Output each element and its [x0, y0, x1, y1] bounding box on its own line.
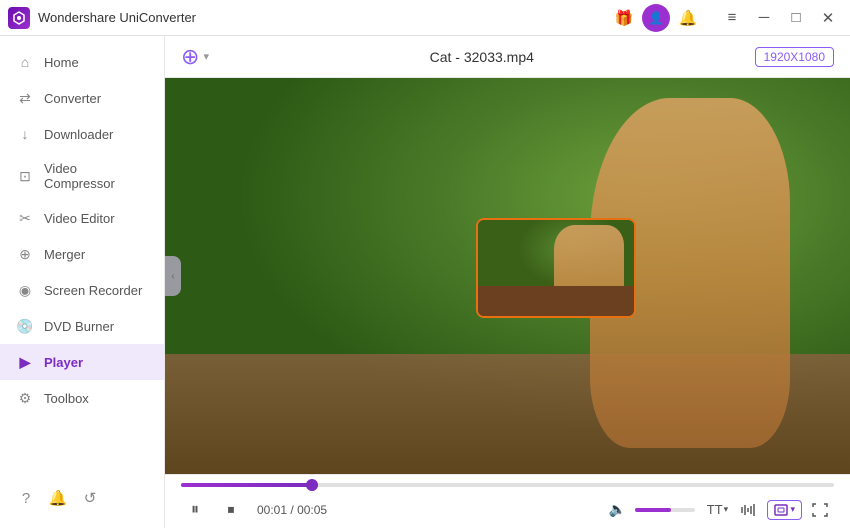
sidebar-item-converter[interactable]: ⇄ Converter [0, 80, 164, 116]
feedback-icon[interactable]: ↺ [80, 488, 100, 508]
volume-icon[interactable]: 🔈 [603, 496, 631, 524]
controls-row: ⏸ ⏹ 00:01 / 00:05 🔈 TT ▾ [181, 491, 834, 528]
volume-fill [635, 508, 671, 512]
converter-icon: ⇄ [16, 89, 34, 107]
sidebar-item-downloader[interactable]: ↓ Downloader [0, 116, 164, 152]
sidebar-item-toolbox[interactable]: ⚙ Toolbox [0, 380, 164, 416]
sidebar: ⌂ Home ⇄ Converter ↓ Downloader ⊡ Video … [0, 36, 165, 528]
app-logo [8, 7, 30, 29]
minimize-icon[interactable]: ─ [750, 4, 778, 32]
toolbox-icon: ⚙ [16, 389, 34, 407]
thumb-fence [478, 286, 634, 316]
sidebar-item-merger[interactable]: ⊕ Merger [0, 236, 164, 272]
time-display: 00:01 / 00:05 [257, 503, 327, 517]
sidebar-bottom: ? 🔔 ↺ [0, 476, 164, 520]
progress-bar-container[interactable] [181, 475, 834, 491]
titlebar: Wondershare UniConverter 🎁 👤 🔔 ≡ ─ □ ✕ [0, 0, 850, 36]
merger-icon: ⊕ [16, 245, 34, 263]
fullscreen-button[interactable] [806, 496, 834, 524]
stop-button[interactable]: ⏹ [217, 496, 245, 524]
sidebar-item-home[interactable]: ⌂ Home [0, 44, 164, 80]
sidebar-item-video-compressor[interactable]: ⊡ Video Compressor [0, 152, 164, 200]
current-time: 00:01 [257, 503, 287, 517]
volume-area: 🔈 [603, 496, 695, 524]
sidebar-item-label: Video Editor [44, 211, 115, 226]
gift-icon[interactable]: 🎁 [610, 4, 638, 32]
main-layout: ⌂ Home ⇄ Converter ↓ Downloader ⊡ Video … [0, 36, 850, 528]
edit-icon: ✂ [16, 209, 34, 227]
titlebar-actions: 🎁 👤 🔔 ≡ ─ □ ✕ [610, 4, 842, 32]
video-thumbnail-overlay [476, 218, 636, 318]
sidebar-item-video-editor[interactable]: ✂ Video Editor [0, 200, 164, 236]
thumbnail-inner [478, 220, 634, 316]
sidebar-item-label: Downloader [44, 127, 113, 142]
bell-icon[interactable]: 🔔 [48, 488, 68, 508]
volume-track[interactable] [635, 508, 695, 512]
sidebar-item-label: Screen Recorder [44, 283, 142, 298]
sidebar-item-label: DVD Burner [44, 319, 114, 334]
player-header: ⊕ ▾ Cat - 32033.mp4 1920X1080 [165, 36, 850, 78]
player-filename: Cat - 32033.mp4 [221, 49, 743, 65]
progress-track[interactable] [181, 483, 834, 487]
help-icon[interactable]: ? [16, 488, 36, 508]
sidebar-item-label: Home [44, 55, 79, 70]
add-file-chevron-icon: ▾ [203, 50, 209, 63]
content-area: ⊕ ▾ Cat - 32033.mp4 1920X1080 ‹ [165, 36, 850, 528]
sidebar-item-label: Video Compressor [44, 161, 148, 191]
sidebar-item-dvd-burner[interactable]: 💿 DVD Burner [0, 308, 164, 344]
menu-icon[interactable]: ≡ [718, 4, 746, 32]
add-file-button[interactable]: ⊕ ▾ [181, 44, 209, 70]
right-controls: TT ▾ [703, 496, 834, 524]
user-icon[interactable]: 👤 [642, 4, 670, 32]
sidebar-item-label: Toolbox [44, 391, 89, 406]
notification-icon[interactable]: 🔔 [674, 4, 702, 32]
add-file-icon: ⊕ [181, 44, 199, 70]
sidebar-item-screen-recorder[interactable]: ◉ Screen Recorder [0, 272, 164, 308]
close-icon[interactable]: ✕ [814, 4, 842, 32]
progress-thumb[interactable] [306, 479, 318, 491]
resolution-badge: 1920X1080 [755, 47, 834, 67]
downloader-icon: ↓ [16, 125, 34, 143]
record-icon: ◉ [16, 281, 34, 299]
sidebar-item-label: Merger [44, 247, 85, 262]
progress-fill [181, 483, 312, 487]
screen-fit-chevron-icon: ▾ [790, 504, 795, 515]
total-time: 00:05 [297, 503, 327, 517]
sidebar-item-player[interactable]: ▶ Player [0, 344, 164, 380]
sidebar-item-label: Player [44, 355, 83, 370]
collapse-sidebar-button[interactable]: ‹ [165, 256, 181, 296]
sidebar-item-label: Converter [44, 91, 101, 106]
pause-button[interactable]: ⏸ [181, 496, 209, 524]
video-area[interactable]: ‹ [165, 78, 850, 474]
player-controls: ⏸ ⏹ 00:01 / 00:05 🔈 TT ▾ [165, 474, 850, 528]
compress-icon: ⊡ [16, 167, 34, 185]
time-separator: / [290, 503, 293, 517]
dvd-icon: 💿 [16, 317, 34, 335]
home-icon: ⌂ [16, 53, 34, 71]
caption-icon[interactable]: TT ▾ [703, 496, 731, 524]
screen-fit-button[interactable]: ▾ [767, 500, 802, 520]
maximize-icon[interactable]: □ [782, 4, 810, 32]
audio-icon[interactable] [735, 496, 763, 524]
player-icon: ▶ [16, 353, 34, 371]
caption-chevron-icon: ▾ [724, 504, 729, 515]
app-title: Wondershare UniConverter [38, 10, 610, 25]
